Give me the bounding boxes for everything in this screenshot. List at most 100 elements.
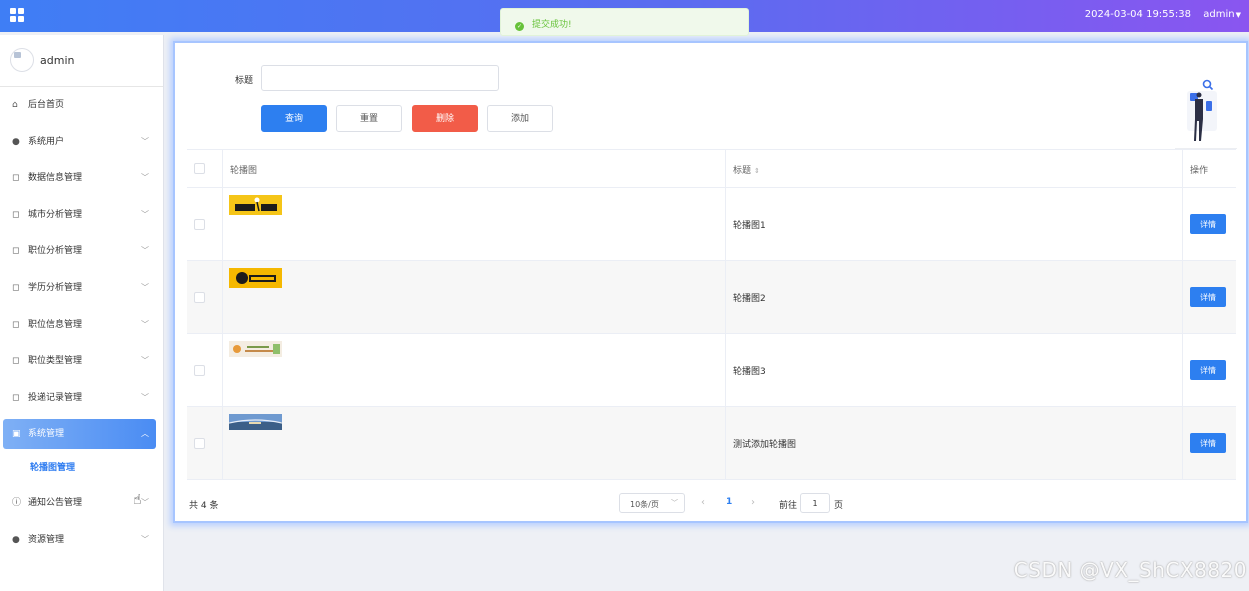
column-header-label-title: 标题 ⇕	[733, 163, 760, 176]
sidebar-item-label: 通知公告管理	[28, 498, 83, 509]
square-icon: ◻	[12, 356, 20, 367]
carousel-thumbnail[interactable]	[229, 341, 282, 361]
title-cell: 测试添加轮播图	[726, 407, 1183, 479]
location-icon: ●	[12, 534, 20, 545]
table-header: 轮播图 标题 ⇕ 操作	[187, 150, 1236, 188]
chevron-down-icon: ﹀	[141, 209, 149, 219]
header-datetime: 2024-03-04 19:55:38	[1084, 9, 1191, 20]
row-checkbox[interactable]	[194, 219, 205, 230]
add-button[interactable]: 添加	[487, 105, 553, 132]
carousel-thumbnail-cell	[223, 334, 726, 406]
sidebar-item-job-analysis[interactable]: ◻ 职位分析管理 ﹀	[0, 233, 163, 270]
chevron-up-icon: ︿	[141, 429, 149, 439]
carousel-thumbnail-cell	[223, 407, 726, 479]
page-number-current[interactable]: 1	[726, 497, 732, 507]
query-button[interactable]: 查询	[261, 105, 327, 132]
page-size-value: 10条/页	[630, 500, 659, 509]
chevron-down-icon: ▼	[1235, 11, 1241, 19]
column-header-title[interactable]: 标题 ⇕	[726, 150, 1183, 187]
total-count: 共 4 条	[189, 501, 219, 511]
sidebar-item-job-type[interactable]: ◻ 职位类型管理 ﹀	[0, 343, 163, 380]
sidebar-item-data-info[interactable]: ◻ 数据信息管理 ﹀	[0, 160, 163, 197]
chevron-down-icon: ﹀	[141, 319, 149, 329]
mouse-pointer-icon: ☝	[133, 492, 142, 508]
chevron-down-icon: ﹀	[141, 534, 149, 544]
next-page-icon[interactable]: ›	[751, 497, 755, 508]
row-checkbox[interactable]	[194, 365, 205, 376]
sidebar-item-job-info[interactable]: ◻ 职位信息管理 ﹀	[0, 307, 163, 344]
detail-button[interactable]: 详情	[1190, 287, 1226, 307]
success-toast: ✓ 提交成功!	[500, 8, 749, 36]
sidebar-user: admin	[0, 35, 163, 87]
carousel-thumbnail[interactable]	[229, 195, 282, 215]
sidebar-item-resource-management[interactable]: ● 资源管理 ﹀	[0, 522, 163, 559]
sidebar-nav: ⌂ 后台首页 ● 系统用户 ﹀ ◻ 数据信息管理 ﹀ ◻ 城市分析管理 ﹀ ◻ …	[0, 87, 163, 559]
goto-page-input[interactable]: 1	[800, 493, 830, 513]
sidebar-item-education-analysis[interactable]: ◻ 学历分析管理 ﹀	[0, 270, 163, 307]
chevron-down-icon: ﹀	[141, 356, 149, 366]
page-unit-label: 页	[834, 501, 844, 511]
square-icon: ◻	[12, 392, 20, 403]
sort-icon[interactable]: ⇕	[754, 167, 760, 175]
row-checkbox-cell	[187, 261, 223, 333]
sidebar-item-label: 系统管理	[28, 429, 65, 440]
user-menu[interactable]: admin▼	[1203, 9, 1241, 20]
square-icon: ◻	[12, 173, 20, 184]
prev-page-icon[interactable]: ‹	[701, 497, 705, 508]
select-all-checkbox[interactable]	[194, 163, 205, 174]
home-icon: ⌂	[12, 100, 18, 110]
sidebar-item-system-management[interactable]: ▣ 系统管理 ︿	[3, 419, 156, 450]
sidebar-item-carousel-management[interactable]: 轮播图管理	[0, 453, 163, 485]
goto-label: 前往	[779, 501, 798, 511]
row-title: 轮播图3	[733, 367, 766, 377]
header-checkbox-cell	[187, 150, 223, 187]
row-checkbox-cell	[187, 334, 223, 406]
column-header-label: 操作	[1190, 166, 1209, 176]
column-header-label: 标题	[733, 166, 752, 176]
table-row: 轮播图2 详情	[187, 261, 1236, 334]
chevron-down-icon: ﹀	[141, 282, 149, 292]
row-title: 轮播图2	[733, 294, 766, 304]
sidebar-item-label: 系统用户	[28, 136, 65, 147]
row-title: 测试添加轮播图	[733, 440, 797, 450]
sidebar-item-label: 数据信息管理	[28, 173, 83, 184]
check-circle-icon: ✓	[515, 22, 524, 31]
carousel-thumbnail[interactable]	[229, 414, 282, 434]
sidebar-item-label: 职位类型管理	[28, 356, 83, 367]
chevron-down-icon: ﹀	[141, 246, 149, 256]
title-search-input[interactable]	[261, 65, 499, 91]
reset-button[interactable]: 重置	[336, 105, 402, 132]
sidebar-item-city-analysis[interactable]: ◻ 城市分析管理 ﹀	[0, 197, 163, 234]
row-title: 轮播图1	[733, 221, 766, 231]
sidebar-item-label: 学历分析管理	[28, 282, 83, 293]
detail-button[interactable]: 详情	[1190, 214, 1226, 234]
pagination: 共 4 条 10条/页 ﹀ ‹ 1 › 前往 1 页	[189, 493, 1238, 513]
title-cell: 轮播图3	[726, 334, 1183, 406]
sidebar-item-label: 职位信息管理	[28, 319, 83, 330]
delete-button[interactable]: 删除	[412, 105, 478, 132]
search-illustration	[1175, 79, 1237, 149]
sidebar-item-home[interactable]: ⌂ 后台首页	[0, 87, 163, 124]
sidebar-item-label: 轮播图管理	[30, 463, 76, 474]
row-checkbox-cell	[187, 407, 223, 479]
grid-menu-icon[interactable]	[10, 8, 24, 22]
carousel-thumbnail-cell	[223, 261, 726, 333]
row-checkbox[interactable]	[194, 438, 205, 449]
user-menu-label: admin	[1203, 9, 1235, 20]
chevron-down-icon: ﹀	[141, 498, 149, 508]
detail-button[interactable]: 详情	[1190, 360, 1226, 380]
carousel-thumbnail[interactable]	[229, 268, 282, 288]
detail-button[interactable]: 详情	[1190, 433, 1226, 453]
chevron-down-icon: ﹀	[141, 136, 149, 146]
action-cell: 详情	[1183, 407, 1236, 479]
column-header-actions: 操作	[1183, 150, 1236, 187]
sidebar-item-label: 职位分析管理	[28, 246, 83, 257]
sidebar-item-system-users[interactable]: ● 系统用户 ﹀	[0, 124, 163, 161]
action-cell: 详情	[1183, 188, 1236, 260]
title-cell: 轮播图1	[726, 188, 1183, 260]
sidebar-item-delivery-records[interactable]: ◻ 投递记录管理 ﹀	[0, 380, 163, 417]
row-checkbox[interactable]	[194, 292, 205, 303]
page-size-select[interactable]: 10条/页 ﹀	[619, 493, 685, 513]
square-icon: ◻	[12, 282, 20, 293]
title-cell: 轮播图2	[726, 261, 1183, 333]
